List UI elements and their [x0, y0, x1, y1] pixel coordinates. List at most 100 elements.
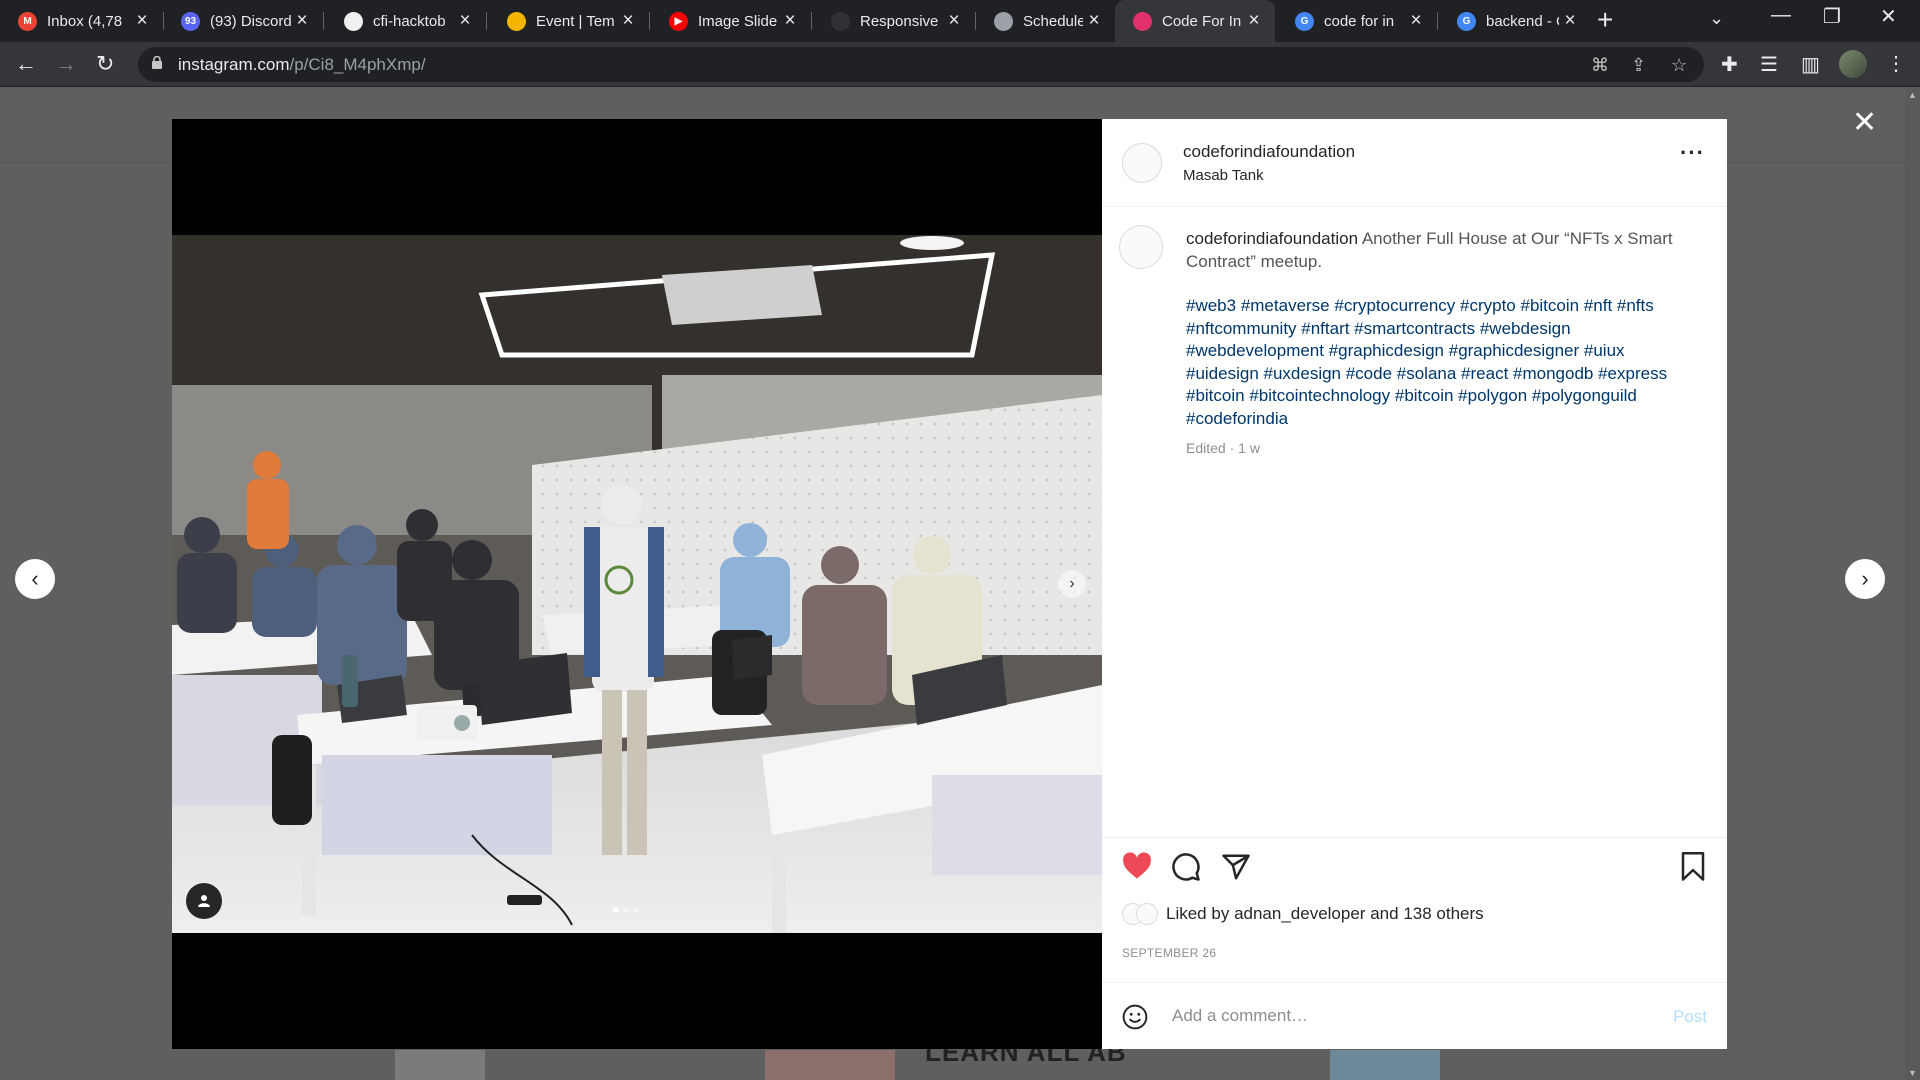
post-header: codeforindiafoundation Masab Tank ···	[1102, 119, 1727, 207]
post-comment-button[interactable]: Post	[1673, 1007, 1707, 1027]
tab-separator	[811, 12, 812, 30]
close-tab-icon[interactable]: ×	[291, 10, 313, 32]
back-icon[interactable]: ←	[15, 51, 37, 77]
browser-tab-label: cfi-hacktob	[373, 12, 446, 30]
tagged-users-button[interactable]	[186, 883, 222, 919]
google-icon: G	[1295, 11, 1314, 31]
minimize-icon[interactable]: —	[1771, 4, 1791, 27]
close-modal-icon[interactable]: ✕	[1852, 108, 1877, 138]
globe-icon	[994, 11, 1013, 31]
gmail-icon: M	[18, 11, 37, 31]
close-tab-icon[interactable]: ×	[1083, 10, 1105, 32]
tab-separator	[486, 12, 487, 30]
chevron-left-icon: ‹	[31, 566, 39, 591]
browser-menu-icon[interactable]: ⋮	[1886, 51, 1906, 76]
address-bar[interactable]: instagram.com/p/Ci8_M4phXmp/ ⌘ ⇪ ☆	[138, 47, 1704, 82]
post-date[interactable]: SEPTEMBER 26	[1122, 946, 1216, 960]
more-options-icon[interactable]: ···	[1680, 140, 1705, 166]
close-tab-icon[interactable]: ×	[943, 10, 965, 32]
browser-tab[interactable]: Event | Tem ×	[489, 0, 649, 42]
carousel-dot	[633, 907, 639, 913]
browser-toolbar: ← → ↻ instagram.com/p/Ci8_M4phXmp/ ⌘ ⇪ ☆	[0, 42, 1920, 87]
carousel-dot	[613, 907, 619, 913]
browser-tab[interactable]: ▶ Image Slide ×	[651, 0, 811, 42]
close-tab-icon[interactable]: ×	[1559, 10, 1581, 32]
previous-post-button[interactable]: ‹	[15, 559, 55, 599]
comment-bar: Post	[1102, 982, 1727, 1049]
page-scrollbar[interactable]: ▲ ▼	[1905, 88, 1920, 1080]
caption-avatar[interactable]	[1119, 225, 1163, 269]
instagram-icon	[1133, 11, 1152, 31]
heart-icon[interactable]	[1122, 852, 1152, 880]
tab-search-icon[interactable]: ⌄	[1709, 8, 1724, 29]
url-text: instagram.com/p/Ci8_M4phXmp/	[178, 55, 426, 74]
close-tab-icon[interactable]: ×	[1243, 10, 1265, 32]
close-tab-icon[interactable]: ×	[454, 10, 476, 32]
person-icon	[198, 895, 210, 907]
close-window-icon[interactable]: ✕	[1880, 4, 1897, 29]
share-icon[interactable]	[1221, 852, 1251, 882]
tab-separator	[1437, 12, 1438, 30]
background-thumbnail	[395, 1050, 485, 1080]
google-icon: G	[1457, 11, 1476, 31]
browser-tab[interactable]: Gbackend - C ×	[1439, 0, 1591, 42]
comment-icon[interactable]	[1171, 852, 1201, 882]
browser-tab[interactable]: M Inbox (4,78 ×	[0, 0, 163, 42]
browser-tab[interactable]: cfi-hacktob ×	[326, 0, 486, 42]
emoji-icon[interactable]	[1122, 1004, 1148, 1030]
author-username[interactable]: codeforindiafoundation	[1183, 142, 1355, 162]
post-location[interactable]: Masab Tank	[1183, 167, 1264, 184]
browser-tab-label: (93) Discord	[210, 12, 291, 30]
profile-avatar[interactable]	[1839, 50, 1867, 78]
liked-by-label: Liked by	[1166, 904, 1230, 923]
browser-tab-label: Schedule	[1023, 12, 1083, 30]
carousel-indicator	[613, 907, 639, 913]
browser-tab-label: backend - C	[1486, 12, 1559, 30]
carousel-dot	[623, 907, 629, 913]
author-avatar[interactable]	[1122, 143, 1162, 183]
liked-and-label: and	[1370, 904, 1399, 923]
liker-avatar[interactable]	[1136, 903, 1158, 925]
close-tab-icon[interactable]: ×	[1405, 10, 1427, 32]
comment-input[interactable]	[1172, 999, 1652, 1033]
browser-tab-label: Code For In	[1162, 12, 1242, 30]
caption-username[interactable]: codeforindiafoundation	[1186, 229, 1358, 248]
browser-tab[interactable]: Responsive ×	[813, 0, 975, 42]
background-thumbnail	[765, 1050, 895, 1080]
actions-divider	[1102, 837, 1727, 838]
tab-separator	[323, 12, 324, 30]
close-tab-icon[interactable]: ×	[617, 10, 639, 32]
browser-tab[interactable]: 93 (93) Discord ×	[163, 0, 323, 42]
browser-tab[interactable]: Schedule ×	[976, 0, 1115, 42]
reload-icon[interactable]: ↻	[96, 51, 114, 77]
liked-others-link[interactable]: 138 others	[1403, 904, 1483, 923]
liked-by-user[interactable]: adnan_developer	[1234, 904, 1365, 923]
lock-icon	[152, 56, 162, 69]
save-bookmark-icon[interactable]	[1680, 852, 1706, 882]
browser-tab-label: code for in	[1324, 12, 1395, 30]
browser-tab-label: Responsive	[860, 12, 939, 30]
browser-tab[interactable]: Gcode for in ×	[1277, 0, 1437, 42]
forward-icon[interactable]: →	[55, 51, 77, 77]
restore-window-icon[interactable]: ❐	[1823, 4, 1841, 29]
side-panel-icon[interactable]: ▥	[1801, 52, 1820, 77]
next-post-button[interactable]: ›	[1845, 559, 1885, 599]
bookmark-star-icon[interactable]: ☆	[1671, 55, 1687, 76]
site-icon	[831, 11, 850, 31]
post-photo	[172, 235, 1102, 933]
post-caption: codeforindiafoundation Another Full Hous…	[1186, 228, 1696, 273]
new-tab-button[interactable]: +	[1597, 4, 1613, 36]
close-tab-icon[interactable]: ×	[131, 10, 153, 32]
chevron-right-icon: ›	[1861, 566, 1869, 591]
browser-tab[interactable]: Code For In ×	[1115, 0, 1275, 42]
reading-list-icon[interactable]: ☰	[1760, 52, 1778, 77]
post-media: ›	[172, 119, 1102, 1049]
next-slide-button[interactable]: ›	[1058, 570, 1086, 598]
post-hashtags[interactable]: #web3 #metaverse #cryptocurrency #crypto…	[1186, 295, 1696, 431]
close-tab-icon[interactable]: ×	[779, 10, 801, 32]
translate-icon[interactable]: ⌘	[1591, 55, 1609, 76]
extensions-icon[interactable]: ✚	[1721, 52, 1738, 77]
browser-tab-label: Image Slide	[698, 12, 778, 30]
share-icon[interactable]: ⇪	[1631, 55, 1646, 76]
browser-tab-label: Inbox (4,78	[47, 12, 123, 30]
